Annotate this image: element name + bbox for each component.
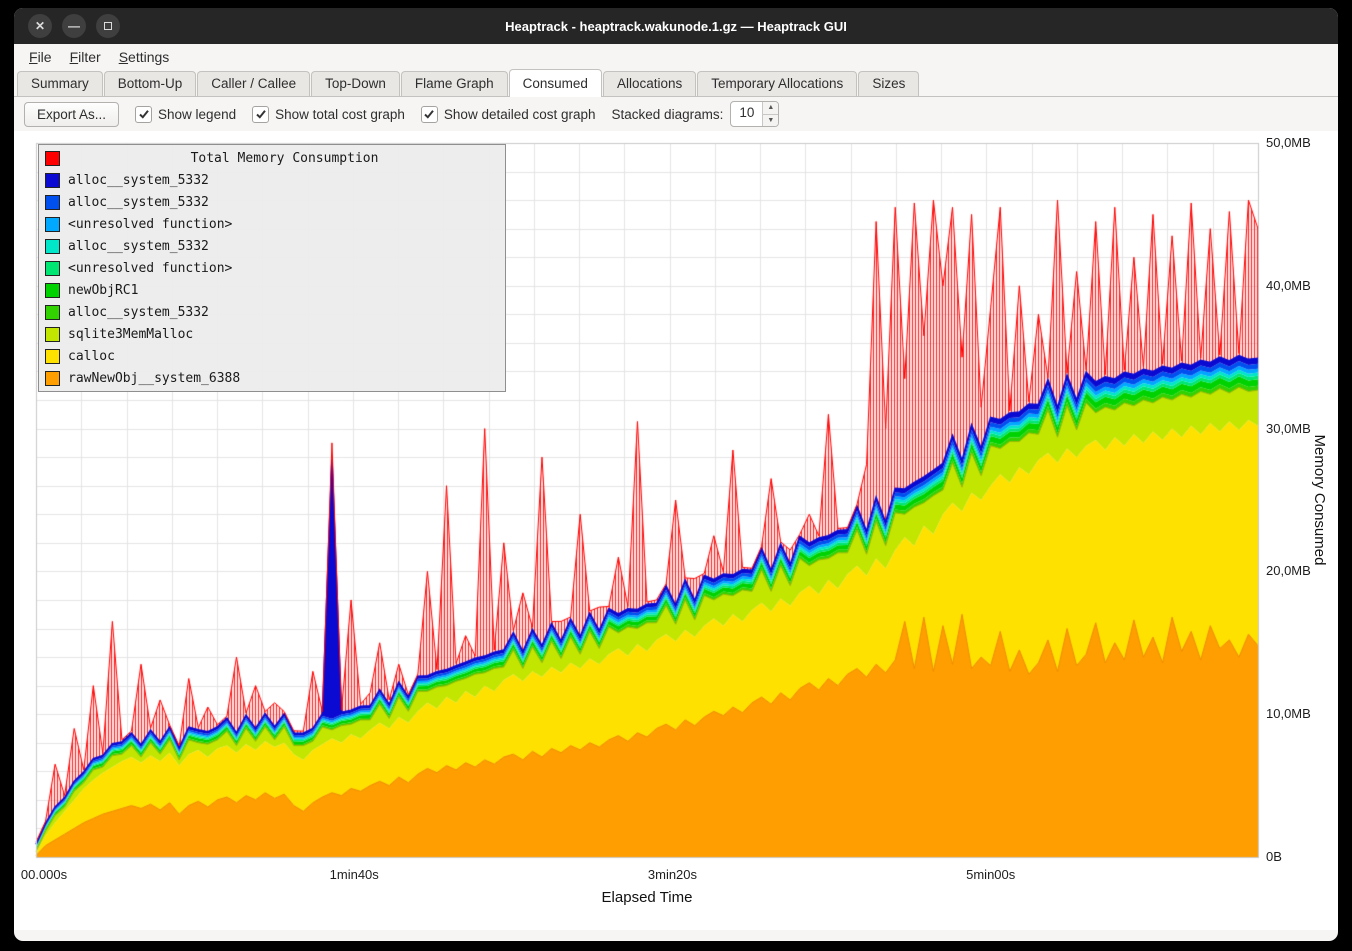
tab-caller-callee[interactable]: Caller / Callee bbox=[197, 71, 310, 96]
menubar: File Filter Settings bbox=[14, 44, 1338, 69]
close-icon: ✕ bbox=[35, 20, 45, 32]
legend-item: alloc__system_5332 bbox=[43, 191, 501, 213]
stacked-diagrams-control: Stacked diagrams: 10 ▲ ▼ bbox=[612, 101, 780, 127]
tabbar: Summary Bottom-Up Caller / Callee Top-Do… bbox=[14, 69, 1338, 97]
y-axis-tick: 40,0MB bbox=[1266, 278, 1311, 294]
legend-color-swatch bbox=[45, 195, 60, 210]
legend-label: calloc bbox=[68, 349, 115, 364]
stacked-diagrams-value: 10 bbox=[731, 102, 762, 126]
show-total-cost-checkbox[interactable]: Show total cost graph bbox=[252, 106, 405, 123]
titlebar: ✕ — Heaptrack - heaptrack.wakunode.1.gz … bbox=[14, 8, 1338, 44]
legend-color-swatch bbox=[45, 173, 60, 188]
show-legend-checkbox[interactable]: Show legend bbox=[135, 106, 236, 123]
menu-file[interactable]: File bbox=[20, 47, 61, 67]
x-axis-tick: 3min20s bbox=[648, 867, 697, 882]
chart-legend: Total Memory Consumption alloc__system_53… bbox=[38, 144, 506, 392]
legend-label: newObjRC1 bbox=[68, 283, 138, 298]
legend-item: calloc bbox=[43, 345, 501, 367]
x-axis-tick: 00.000s bbox=[21, 867, 67, 882]
legend-item: alloc__system_5332 bbox=[43, 235, 501, 257]
y-axis-tick: 50,0MB bbox=[1266, 135, 1311, 151]
maximize-button[interactable] bbox=[96, 14, 120, 38]
legend-color-swatch bbox=[45, 151, 60, 166]
checkbox-box bbox=[135, 106, 152, 123]
legend-color-swatch bbox=[45, 371, 60, 386]
maximize-icon bbox=[104, 22, 112, 30]
legend-color-swatch bbox=[45, 261, 60, 276]
legend-item: <unresolved function> bbox=[43, 213, 501, 235]
legend-color-swatch bbox=[45, 239, 60, 254]
y-axis-tick: 10,0MB bbox=[1266, 706, 1311, 722]
legend-item: <unresolved function> bbox=[43, 257, 501, 279]
legend-label: rawNewObj__system_6388 bbox=[68, 371, 240, 386]
checkmark-icon bbox=[255, 108, 267, 120]
legend-item: Total Memory Consumption bbox=[43, 147, 501, 169]
tab-summary[interactable]: Summary bbox=[17, 71, 103, 96]
y-axis-tick: 0B bbox=[1266, 849, 1282, 865]
menu-filter[interactable]: Filter bbox=[61, 47, 110, 67]
legend-color-swatch bbox=[45, 305, 60, 320]
tab-top-down[interactable]: Top-Down bbox=[311, 71, 400, 96]
legend-label: alloc__system_5332 bbox=[68, 305, 209, 320]
menu-settings[interactable]: Settings bbox=[110, 47, 179, 67]
minimize-button[interactable]: — bbox=[62, 14, 86, 38]
x-axis-title: Elapsed Time bbox=[602, 889, 693, 906]
tab-sizes[interactable]: Sizes bbox=[858, 71, 919, 96]
legend-label: <unresolved function> bbox=[68, 217, 232, 232]
legend-item: alloc__system_5332 bbox=[43, 169, 501, 191]
checkbox-box bbox=[252, 106, 269, 123]
y-axis-tick: 20,0MB bbox=[1266, 563, 1311, 579]
show-detailed-cost-label: Show detailed cost graph bbox=[444, 107, 596, 122]
legend-label: alloc__system_5332 bbox=[68, 239, 209, 254]
stacked-diagrams-label: Stacked diagrams: bbox=[612, 107, 724, 122]
legend-label: <unresolved function> bbox=[68, 261, 232, 276]
legend-label: alloc__system_5332 bbox=[68, 195, 209, 210]
tab-flame-graph[interactable]: Flame Graph bbox=[401, 71, 508, 96]
legend-label: Total Memory Consumption bbox=[68, 151, 501, 166]
checkmark-icon bbox=[138, 108, 150, 120]
tab-temporary-allocations[interactable]: Temporary Allocations bbox=[697, 71, 857, 96]
spinbox-down-button[interactable]: ▼ bbox=[763, 115, 778, 127]
y-axis-tick: 30,0MB bbox=[1266, 421, 1311, 437]
legend-label: alloc__system_5332 bbox=[68, 173, 209, 188]
x-axis-tick: 1min40s bbox=[330, 867, 379, 882]
minimize-icon: — bbox=[68, 20, 80, 32]
legend-color-swatch bbox=[45, 327, 60, 342]
toolbar: Export As... Show legend Show total cost… bbox=[14, 97, 1338, 131]
legend-item: alloc__system_5332 bbox=[43, 301, 501, 323]
y-axis-title: Memory Consumed bbox=[1311, 435, 1328, 566]
spinbox-up-button[interactable]: ▲ bbox=[763, 102, 778, 115]
checkbox-box bbox=[421, 106, 438, 123]
export-as-button[interactable]: Export As... bbox=[24, 102, 119, 127]
close-button[interactable]: ✕ bbox=[28, 14, 52, 38]
legend-color-swatch bbox=[45, 217, 60, 232]
window-title: Heaptrack - heaptrack.wakunode.1.gz — He… bbox=[505, 19, 847, 34]
checkmark-icon bbox=[423, 108, 435, 120]
tab-bottom-up[interactable]: Bottom-Up bbox=[104, 71, 197, 96]
show-total-cost-label: Show total cost graph bbox=[275, 107, 405, 122]
x-axis-tick: 5min00s bbox=[966, 867, 1015, 882]
tab-consumed[interactable]: Consumed bbox=[509, 69, 602, 97]
legend-color-swatch bbox=[45, 349, 60, 364]
window-controls: ✕ — bbox=[28, 14, 120, 38]
stacked-diagrams-spinbox[interactable]: 10 ▲ ▼ bbox=[730, 101, 779, 127]
show-legend-label: Show legend bbox=[158, 107, 236, 122]
legend-item: newObjRC1 bbox=[43, 279, 501, 301]
show-detailed-cost-checkbox[interactable]: Show detailed cost graph bbox=[421, 106, 596, 123]
legend-item: sqlite3MemMalloc bbox=[43, 323, 501, 345]
legend-item: rawNewObj__system_6388 bbox=[43, 367, 501, 389]
heaptrack-window: ✕ — Heaptrack - heaptrack.wakunode.1.gz … bbox=[14, 8, 1338, 941]
legend-color-swatch bbox=[45, 283, 60, 298]
tab-allocations[interactable]: Allocations bbox=[603, 71, 696, 96]
consumed-chart-area: 0B 10,0MB 20,0MB 30,0MB 40,0MB 50,0MB 00.000s 1… bbox=[14, 131, 1338, 930]
legend-label: sqlite3MemMalloc bbox=[68, 327, 193, 342]
